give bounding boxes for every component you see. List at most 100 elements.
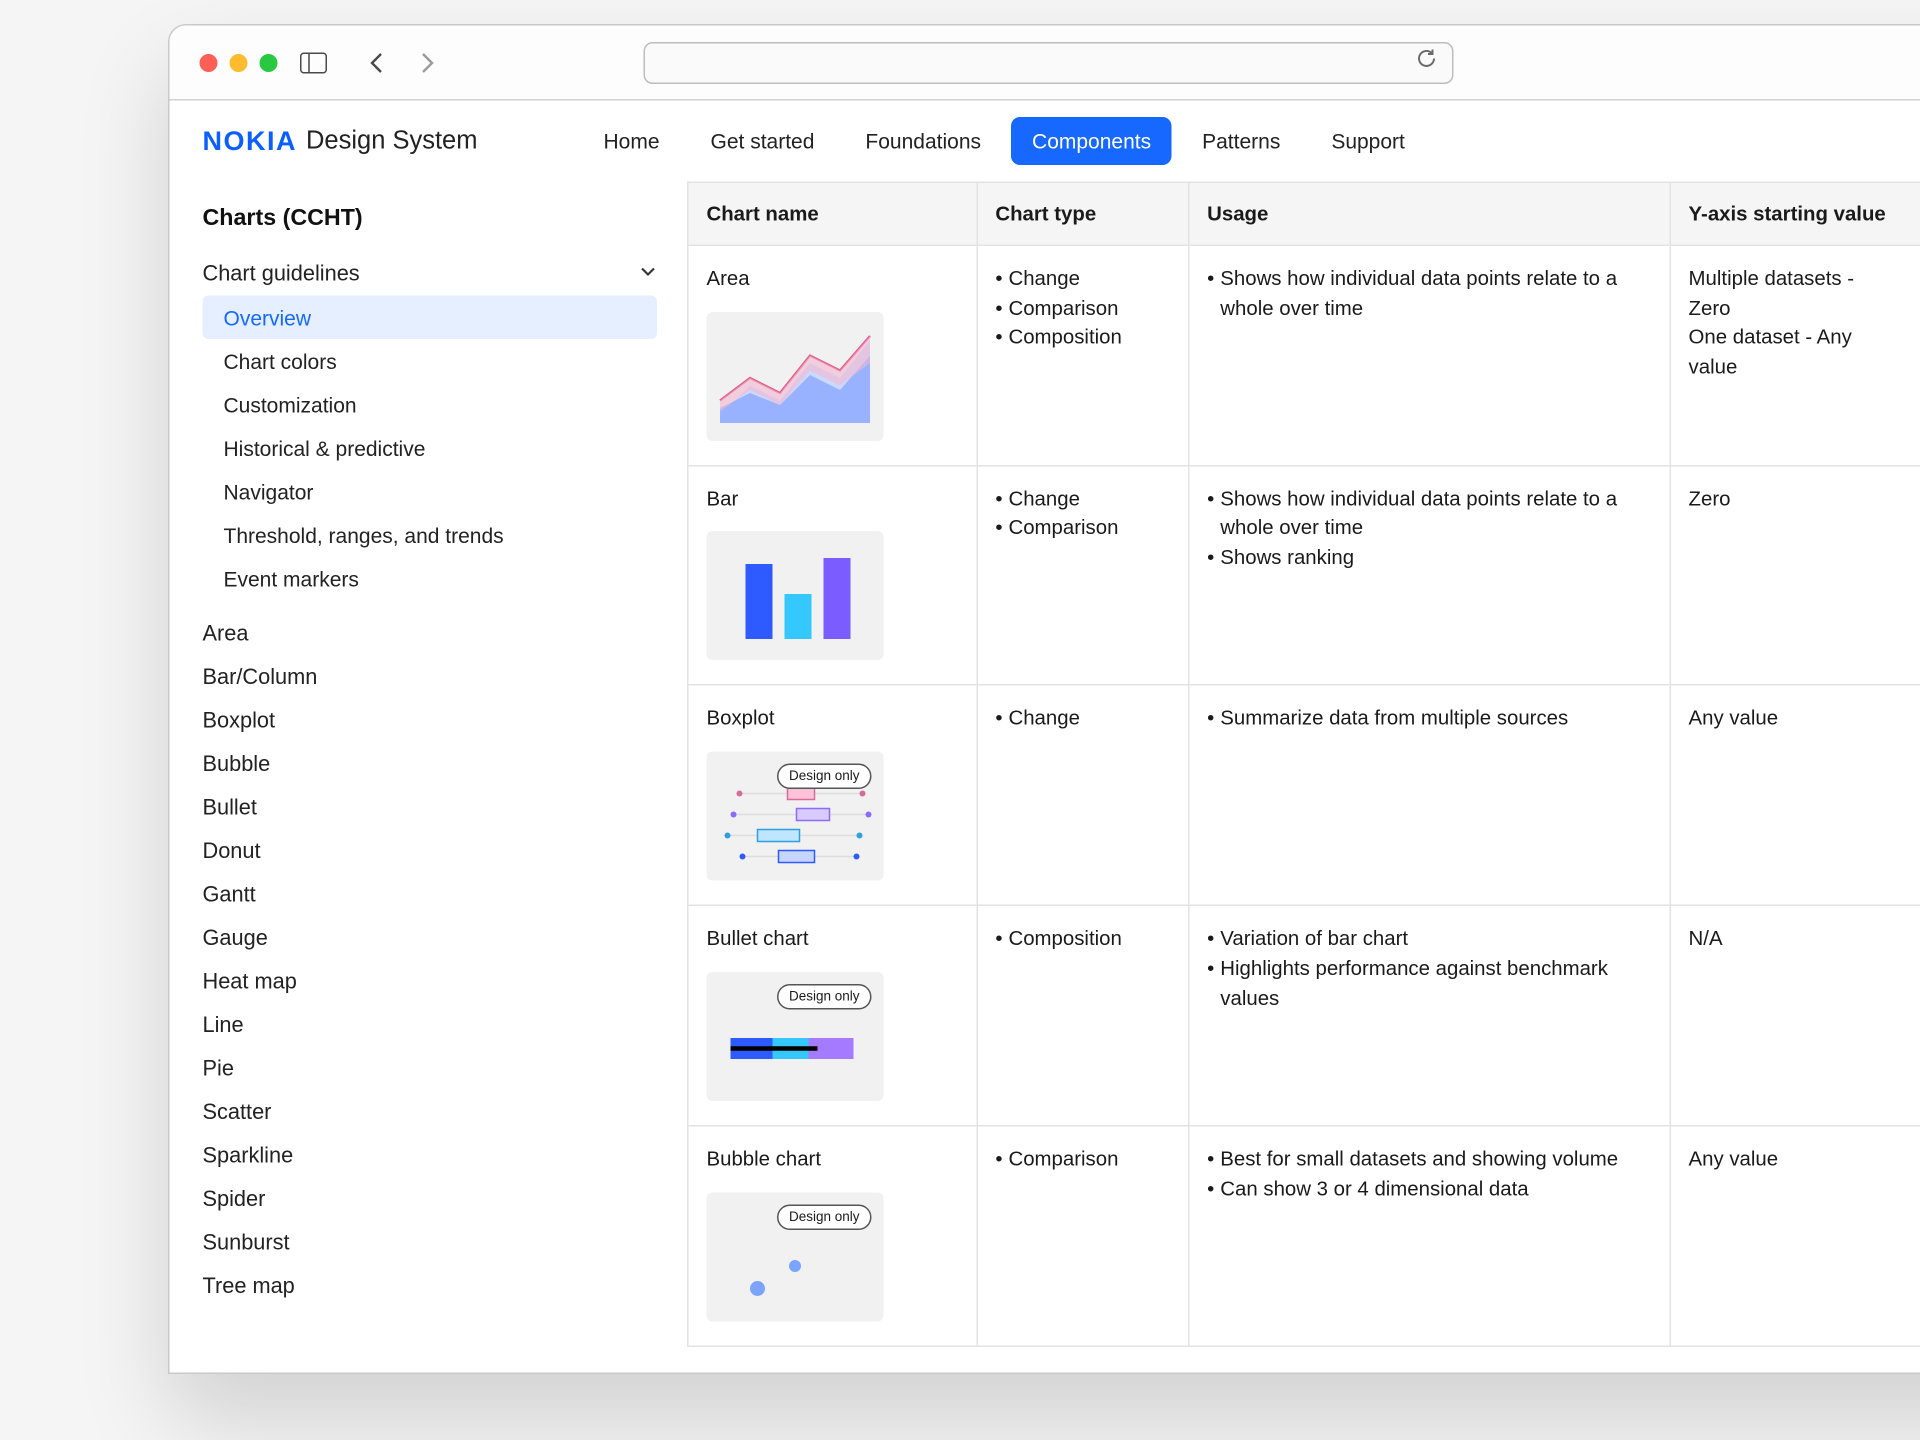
sidebar-item-line[interactable]: Line (203, 1004, 658, 1048)
nav-components[interactable]: Components (1011, 117, 1172, 165)
sidebar-item-chart-colors[interactable]: Chart colors (203, 339, 658, 383)
cell-usage: Summarize data from multiple sources (1188, 685, 1669, 905)
chart-thumbnail-bubble: Design only (707, 1192, 884, 1321)
cell-chart-type: ChangeComparisonComposition (977, 245, 1189, 465)
back-button[interactable] (362, 50, 392, 74)
chevron-down-icon (639, 263, 657, 287)
chart-thumbnail-box: Design only (707, 752, 884, 881)
sidebar-item-event-markers[interactable]: Event markers (203, 557, 658, 601)
sidebar-item-gantt[interactable]: Gantt (203, 873, 658, 917)
sidebar-item-navigator[interactable]: Navigator (203, 470, 658, 514)
nav-foundations[interactable]: Foundations (844, 117, 1002, 165)
sidebar-item-bubble[interactable]: Bubble (203, 743, 658, 787)
cell-chart-type: Comparison (977, 1125, 1189, 1345)
cell-usage: Variation of bar chartHighlights perform… (1188, 905, 1669, 1125)
chart-thumbnail-bullet: Design only (707, 972, 884, 1101)
usage-item: Summarize data from multiple sources (1207, 704, 1651, 734)
chart-type-item: Composition (995, 924, 1169, 954)
usage-item: Shows how individual data points relate … (1207, 484, 1651, 543)
cell-chart-type: Composition (977, 905, 1189, 1125)
chart-name-label: Bubble chart (707, 1144, 958, 1174)
th-yaxis: Y-axis starting value (1670, 182, 1920, 245)
maximize-window-button[interactable] (260, 53, 278, 71)
nav-support[interactable]: Support (1310, 117, 1426, 165)
chart-type-item: Comparison (995, 514, 1169, 544)
cell-yaxis: Multiple datasets - ZeroOne dataset - An… (1670, 245, 1920, 465)
sidebar-item-area[interactable]: Area (203, 612, 658, 656)
sidebar-item-overview[interactable]: Overview (203, 296, 658, 340)
usage-item: Best for small datasets and showing volu… (1207, 1144, 1651, 1174)
sidebar-item-sparkline[interactable]: Sparkline (203, 1134, 658, 1178)
table-header-row: Chart name Chart type Usage Y-axis start… (688, 182, 1920, 245)
chart-thumbnail-area (707, 312, 884, 441)
sidebar-item-boxplot[interactable]: Boxplot (203, 699, 658, 743)
cell-usage: Best for small datasets and showing volu… (1188, 1125, 1669, 1345)
sidebar-item-spider[interactable]: Spider (203, 1178, 658, 1222)
sidebar: Charts (CCHT) Chart guidelines OverviewC… (170, 182, 688, 1373)
chart-type-item: Comparison (995, 1144, 1169, 1174)
usage-item: Variation of bar chart (1207, 924, 1651, 954)
sidebar-item-scatter[interactable]: Scatter (203, 1091, 658, 1135)
usage-item: Can show 3 or 4 dimensional data (1207, 1174, 1651, 1204)
forward-button[interactable] (413, 50, 443, 74)
sidebar-item-pie[interactable]: Pie (203, 1047, 658, 1091)
chart-type-item: Composition (995, 323, 1169, 353)
cell-chart-name: Bar (688, 465, 977, 685)
th-chart-type: Chart type (977, 182, 1189, 245)
usage-item: Shows ranking (1207, 543, 1651, 573)
cell-yaxis: Any value (1670, 685, 1920, 905)
chart-thumbnail-bar (707, 532, 884, 661)
chart-type-item: Change (995, 264, 1169, 294)
nav-patterns[interactable]: Patterns (1181, 117, 1301, 165)
close-window-button[interactable] (200, 53, 218, 71)
sidebar-section-label: Chart guidelines (203, 263, 360, 287)
chart-name-label: Area (707, 264, 958, 294)
chart-name-label: Bullet chart (707, 924, 958, 954)
chart-name-label: Boxplot (707, 704, 958, 734)
chart-type-item: Comparison (995, 294, 1169, 324)
sidebar-item-bullet[interactable]: Bullet (203, 786, 658, 830)
table-row: Bullet chart Design only Composition Variat… (688, 905, 1920, 1125)
sidebar-item-sunburst[interactable]: Sunburst (203, 1221, 658, 1265)
brand-logo[interactable]: NOKIA Design System (203, 125, 478, 157)
primary-nav: HomeGet startedFoundationsComponentsPatt… (582, 117, 1425, 165)
usage-item: Highlights performance against benchmark… (1207, 954, 1651, 1013)
nav-home[interactable]: Home (582, 117, 680, 165)
sidebar-item-donut[interactable]: Donut (203, 830, 658, 874)
sidebar-item-gauge[interactable]: Gauge (203, 917, 658, 961)
browser-titlebar (170, 26, 1920, 101)
sidebar-guidelines-list: OverviewChart colorsCustomizationHistori… (203, 296, 658, 601)
cell-yaxis: Zero (1670, 465, 1920, 685)
table-body: AreaChangeComparisonCompositionShows how… (688, 245, 1920, 1345)
table-row: Area ChangeComparisonComposition Shows how… (688, 245, 1920, 465)
sidebar-toggle-icon[interactable] (299, 50, 329, 74)
cell-chart-type: Change (977, 685, 1189, 905)
table-row: Boxplot Design only Change Summarize data f… (688, 685, 1920, 905)
cell-chart-name: Bubble chart Design only (688, 1125, 977, 1345)
th-chart-name: Chart name (688, 182, 977, 245)
charts-table: Chart name Chart type Usage Y-axis start… (687, 182, 1920, 1347)
nav-get-started[interactable]: Get started (690, 117, 836, 165)
address-bar[interactable] (644, 41, 1454, 83)
window-controls (200, 53, 278, 71)
cell-usage: Shows how individual data points relate … (1188, 465, 1669, 685)
chart-name-label: Bar (707, 484, 958, 514)
site-header: NOKIA Design System HomeGet startedFound… (170, 101, 1920, 182)
reload-icon[interactable] (1416, 48, 1437, 77)
table-row: BarChangeComparisonShows how individual … (688, 465, 1920, 685)
sidebar-item-historical-predictive[interactable]: Historical & predictive (203, 426, 658, 470)
cell-chart-name: Area (688, 245, 977, 465)
sidebar-section-chart-guidelines[interactable]: Chart guidelines (203, 254, 658, 296)
sidebar-item-bar-column[interactable]: Bar/Column (203, 656, 658, 700)
cell-usage: Shows how individual data points relate … (1188, 245, 1669, 465)
cell-yaxis: Any value (1670, 1125, 1920, 1345)
usage-item: Shows how individual data points relate … (1207, 264, 1651, 323)
sidebar-item-customization[interactable]: Customization (203, 383, 658, 427)
brand-mark: NOKIA (203, 125, 298, 157)
sidebar-item-heat-map[interactable]: Heat map (203, 960, 658, 1004)
cell-chart-name: Boxplot Design only (688, 685, 977, 905)
design-only-badge: Design only (777, 1204, 872, 1230)
minimize-window-button[interactable] (230, 53, 248, 71)
sidebar-item-tree-map[interactable]: Tree map (203, 1265, 658, 1309)
sidebar-item-threshold-ranges-and-trends[interactable]: Threshold, ranges, and trends (203, 513, 658, 557)
